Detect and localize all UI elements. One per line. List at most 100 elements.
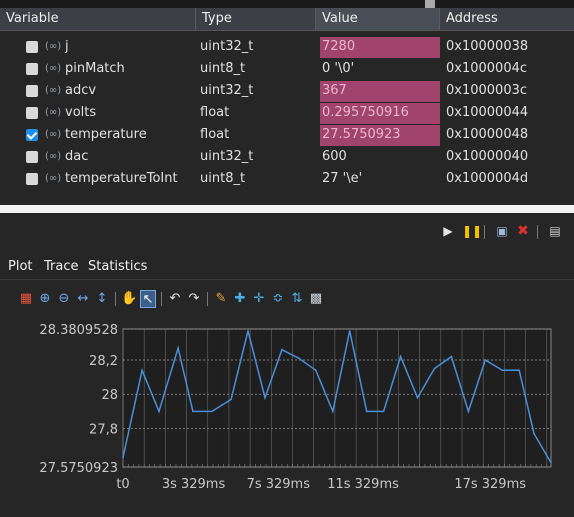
data-point	[416, 396, 419, 399]
variable-address: 0x1000004d	[446, 171, 529, 186]
data-point	[348, 330, 351, 332]
variable-icon: (∞)	[45, 85, 62, 96]
redo-icon[interactable]: ↷	[186, 290, 202, 308]
variable-icon: (∞)	[45, 107, 62, 118]
close-icon[interactable]: ✖	[515, 223, 531, 239]
variable-type: uint32_t	[200, 83, 254, 98]
pause-icon[interactable]: ❚❚	[462, 223, 482, 239]
fit-horizontal-icon[interactable]: ↔	[75, 290, 91, 308]
data-point	[158, 410, 160, 413]
variable-address: 0x1000003c	[446, 83, 528, 98]
panel-divider[interactable]	[0, 205, 574, 213]
table-row[interactable]: (∞) dac uint32_t 600 0x10000040	[0, 146, 574, 168]
variable-name: volts	[65, 105, 97, 120]
plot-checkbox[interactable]	[26, 63, 38, 75]
toolbar-separator	[207, 292, 208, 306]
variable-icon: (∞)	[45, 151, 62, 162]
data-point	[501, 369, 504, 372]
plot-checkbox[interactable]	[26, 41, 38, 53]
scale-icon[interactable]: ⇅	[289, 290, 305, 308]
y-tick-label: 27.5750923	[39, 461, 118, 476]
data-point	[192, 410, 194, 413]
table-row[interactable]: (∞) volts float 0.295750916 0x10000044	[0, 102, 574, 124]
data-point	[141, 369, 143, 372]
variable-type: uint32_t	[200, 39, 254, 54]
zoom-out-icon[interactable]: ⊖	[56, 290, 72, 308]
y-tick-label: 28,2	[89, 354, 118, 369]
toolbar-separator	[115, 292, 116, 306]
variable-value[interactable]: 27 '\e'	[322, 168, 362, 190]
table-row[interactable]: (∞) pinMatch uint8_t 0 '\0' 0x1000004c	[0, 58, 574, 80]
data-point	[450, 355, 453, 358]
variable-type: uint8_t	[200, 61, 246, 76]
pan-hand-icon[interactable]: ✋	[121, 290, 137, 308]
settings-icon[interactable]: ▤	[547, 223, 563, 239]
tab-trace[interactable]: Trace	[44, 255, 79, 279]
toolbar-separator	[484, 225, 485, 239]
y-tick-label: 28.3809528	[39, 323, 118, 338]
plot-top-toolbar: ▶ ❚❚ ▣ ✖ ▤	[0, 213, 574, 249]
variables-panel: Variable Type Value Address (∞) j uint32_t…	[0, 0, 574, 205]
plot-checkbox[interactable]	[26, 129, 38, 141]
undo-icon[interactable]: ↶	[167, 290, 183, 308]
select-pointer-icon[interactable]: ↖	[140, 290, 156, 308]
data-point	[315, 369, 317, 372]
plot-panel: ▶ ❚❚ ▣ ✖ ▤ Plot Trace Statistics ▦ ⊕ ⊖ ↔…	[0, 213, 574, 517]
tab-statistics[interactable]: Statistics	[88, 255, 147, 279]
play-icon[interactable]: ▶	[440, 223, 456, 239]
temperature-line-chart[interactable]: 28.3809528 28,2 28 27,8 27.5750923t0 3s 329ms…	[0, 312, 574, 517]
variable-icon: (∞)	[45, 129, 62, 140]
fit-vertical-icon[interactable]: ↕	[94, 290, 110, 308]
variable-icon: (∞)	[45, 41, 62, 52]
x-tick-label: 7s 329ms	[247, 477, 311, 492]
variable-name: temperatureToInt	[65, 171, 178, 186]
data-point	[518, 369, 521, 372]
marker-pen-icon[interactable]: ✎	[213, 290, 229, 308]
save-icon[interactable]: ▣	[494, 223, 510, 239]
plot-area	[122, 328, 552, 468]
plot-checkbox[interactable]	[26, 107, 38, 119]
tab-bar-underline	[0, 279, 574, 280]
data-point	[467, 410, 470, 413]
variable-address: 0x10000040	[446, 149, 529, 164]
variable-type: uint8_t	[200, 171, 246, 186]
column-header-value[interactable]: Value	[316, 8, 440, 30]
tab-plot[interactable]: Plot	[8, 255, 33, 279]
variable-name: dac	[65, 149, 89, 164]
column-header-type[interactable]: Type	[196, 8, 316, 30]
column-header-address[interactable]: Address	[440, 8, 574, 30]
export-icon[interactable]: ▦	[18, 290, 34, 308]
data-point	[122, 456, 124, 459]
variable-value[interactable]: 7280	[322, 36, 355, 58]
plot-checkbox[interactable]	[26, 173, 38, 185]
data-point	[433, 367, 436, 370]
data-point	[484, 359, 487, 361]
variable-value[interactable]: 367	[322, 80, 347, 102]
zoom-in-icon[interactable]: ⊕	[37, 290, 53, 308]
y-tick-label: 27,8	[89, 422, 118, 437]
variable-value[interactable]: 0.295750916	[322, 102, 409, 124]
variable-value[interactable]: 0 '\0'	[322, 58, 354, 80]
table-row[interactable]: (∞) temperature float 27.5750923 0x10000048	[0, 124, 574, 146]
add-cursor-icon[interactable]: ✚	[232, 290, 248, 308]
variable-name: pinMatch	[65, 61, 125, 76]
plot-checkbox[interactable]	[26, 85, 38, 97]
variable-icon: (∞)	[45, 63, 62, 74]
table-row[interactable]: (∞) adcv uint32_t 367 0x1000003c	[0, 80, 574, 102]
variable-name: adcv	[65, 83, 97, 98]
snapshot-icon[interactable]: ▩	[308, 290, 324, 308]
plot-checkbox[interactable]	[26, 151, 38, 163]
variable-value[interactable]: 27.5750923	[322, 124, 401, 146]
variable-address: 0x10000038	[446, 39, 529, 54]
table-row[interactable]: (∞) temperatureToInt uint8_t 27 '\e' 0x10000…	[0, 168, 574, 190]
variable-address: 0x10000044	[446, 105, 529, 120]
remove-cursor-icon[interactable]: ✛	[251, 290, 267, 308]
variable-type: float	[200, 105, 230, 120]
variable-value[interactable]: 600	[322, 146, 347, 168]
data-point	[264, 396, 266, 399]
column-header-variable[interactable]: Variable	[0, 8, 196, 30]
plot-tools-toolbar: ▦ ⊕ ⊖ ↔ ↕ ✋ ↖ ↶ ↷ ✎ ✚ ✛ ≎ ⇅ ▩	[0, 290, 574, 310]
measure-icon[interactable]: ≎	[270, 290, 286, 308]
dropdown-arrow-icon[interactable]	[425, 0, 435, 8]
table-row[interactable]: (∞) j uint32_t 7280 0x10000038	[0, 36, 574, 58]
